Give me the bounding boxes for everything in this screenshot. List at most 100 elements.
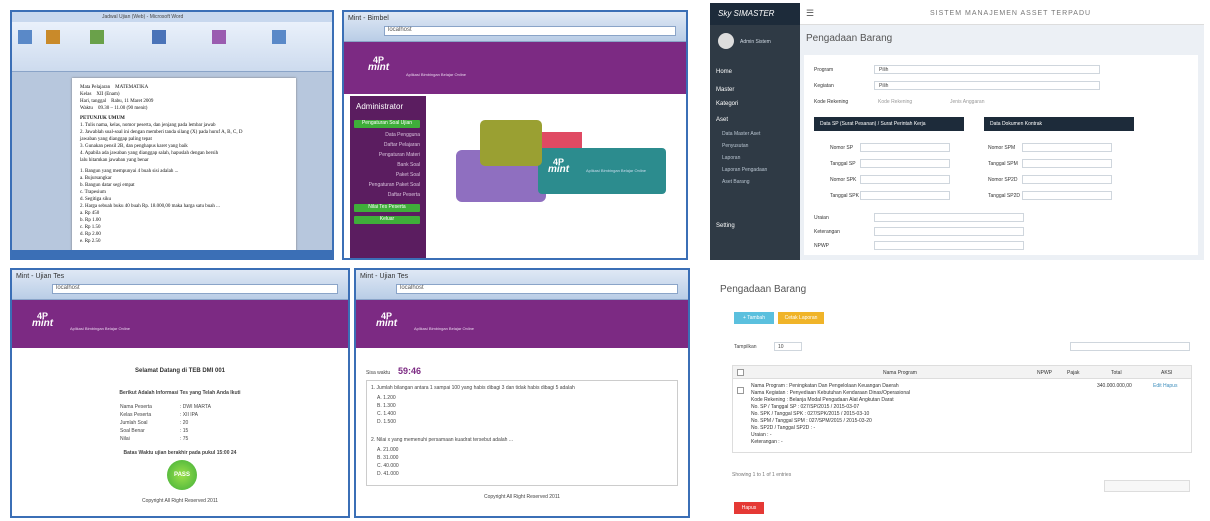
browser-chrome: Mint - Ujian Tes localhost bbox=[12, 270, 348, 300]
menu-item[interactable]: Pengaturan Soal Ujian bbox=[354, 120, 420, 128]
answer-option[interactable]: D. 41.000 bbox=[377, 471, 399, 477]
kontrak-field-input[interactable] bbox=[1022, 191, 1112, 200]
sidebar-item[interactable]: Master bbox=[716, 87, 734, 93]
field-label: Kode Rekening bbox=[814, 99, 849, 105]
mint-logo: 4P mint bbox=[32, 311, 54, 329]
sp-field-input[interactable] bbox=[860, 143, 950, 152]
browser-tab[interactable]: Mint - Ujian Tes bbox=[360, 273, 408, 280]
kontrak-field-label: Nomor SP2D bbox=[988, 177, 1018, 183]
search-input[interactable] bbox=[1070, 342, 1190, 351]
sp-field-input[interactable] bbox=[860, 191, 950, 200]
column-header[interactable]: Pajak bbox=[1067, 370, 1080, 376]
ribbon-icon-3[interactable] bbox=[90, 30, 104, 44]
sidebar-item[interactable]: Laporan Pengadaan bbox=[722, 167, 767, 173]
result-subheading: Berikut Adalah Informasi Tes yang Telah … bbox=[119, 390, 241, 396]
ribbon-icon-4[interactable] bbox=[152, 30, 166, 44]
site-banner: 4P mint Aplikasi Bimbingan Belajar Online bbox=[344, 42, 686, 94]
word-ribbon[interactable] bbox=[12, 22, 332, 72]
column-header[interactable]: NPWP bbox=[1037, 370, 1052, 376]
address-bar[interactable]: localhost bbox=[384, 26, 676, 36]
document-page[interactable]: Mata Pelajaran MATEMATIKA Kelas XII (Ena… bbox=[72, 78, 296, 258]
sidebar-item[interactable]: Penyusutan bbox=[722, 143, 748, 149]
info-row: Mata Pelajaran MATEMATIKA bbox=[80, 85, 149, 90]
brand-name: Sky SIMASTER bbox=[718, 9, 775, 18]
kegiatan-select[interactable]: Pilih bbox=[874, 81, 1100, 90]
panel-sp-header: Data SP (Surat Pesanan) / Surat Perintah… bbox=[814, 117, 964, 131]
doc-line: 2. Jawablah soal-soal ini dengan memberi… bbox=[80, 130, 243, 135]
column-header[interactable]: Nama Program bbox=[883, 370, 917, 376]
checkbox-all[interactable] bbox=[737, 369, 744, 376]
sidebar-item[interactable]: Aset bbox=[716, 117, 728, 123]
menu-item[interactable]: Nilai Tes Peserta bbox=[354, 204, 420, 212]
doc-line: a. Rp 450 bbox=[80, 211, 100, 216]
kontrak-field-input[interactable] bbox=[1022, 175, 1112, 184]
doc-line: a. Bujursangkar bbox=[80, 176, 112, 181]
browser-chrome: Mint - Ujian Tes localhost bbox=[356, 270, 688, 300]
answer-option[interactable]: A. 1.200 bbox=[377, 395, 396, 401]
answer-option[interactable]: B. 31.000 bbox=[377, 455, 398, 461]
ribbon-icon-2[interactable] bbox=[46, 30, 60, 44]
banner-title: Aplikasi Bimbingan Belajar Online bbox=[406, 72, 467, 77]
row-actions[interactable]: Edit Hapus bbox=[1153, 383, 1177, 389]
answer-option[interactable]: C. 1.400 bbox=[377, 411, 396, 417]
rek-hint-2: Jenis Anggaran bbox=[950, 99, 985, 105]
panel-kontrak-header: Data Dokumen Kontrak bbox=[984, 117, 1134, 131]
menu-item[interactable]: Pengaturan Paket Soal bbox=[369, 182, 420, 188]
menu-item[interactable]: Paket Soal bbox=[396, 172, 420, 178]
uraian-input[interactable] bbox=[874, 213, 1024, 222]
sidebar-item[interactable]: Setting bbox=[716, 223, 735, 229]
info-row: Kelas XII (Enam) bbox=[80, 92, 120, 97]
ribbon-icon-6[interactable] bbox=[272, 30, 286, 44]
answer-option[interactable]: C. 40.000 bbox=[377, 463, 399, 469]
table-header: Nama Program NPWP Pajak Total AKSI bbox=[732, 365, 1192, 379]
address-bar[interactable]: localhost bbox=[52, 284, 338, 294]
kontrak-field-input[interactable] bbox=[1022, 159, 1112, 168]
address-bar[interactable]: localhost bbox=[396, 284, 678, 294]
delete-button[interactable]: Hapus bbox=[734, 502, 764, 514]
menu-item[interactable]: Bank Soal bbox=[397, 162, 420, 168]
sidebar-item[interactable]: Kategori bbox=[716, 101, 738, 107]
table-row[interactable]: Nama Program : Peningkatan Dan Pengelola… bbox=[732, 379, 1192, 453]
export-button[interactable]: Cetak Laporan bbox=[778, 312, 824, 324]
result-row: Jumlah Soal bbox=[120, 420, 148, 426]
doc-line: 2. Harga sebuah buku 40 buah Rp. 18.000,… bbox=[80, 204, 220, 209]
npwp-input[interactable] bbox=[874, 241, 1024, 250]
menu-item[interactable]: Daftar Pelajaran bbox=[384, 142, 420, 148]
ribbon-icon-5[interactable] bbox=[212, 30, 226, 44]
add-button[interactable]: + Tambah bbox=[734, 312, 774, 324]
mint-logo: 4P mint bbox=[368, 55, 390, 73]
sidebar-item[interactable]: Laporan bbox=[722, 155, 740, 161]
sidebar-item[interactable]: Aset Barang bbox=[722, 179, 750, 185]
pagination[interactable] bbox=[1104, 480, 1190, 492]
menu-item[interactable]: Pengaturan Materi bbox=[379, 152, 420, 158]
result-row: Soal Benar bbox=[120, 428, 145, 434]
browser-tab[interactable]: Mint - Bimbel bbox=[348, 15, 389, 22]
form-card: Program Pilih Kegiatan Pilih Kode Rekeni… bbox=[804, 55, 1198, 255]
menu-item[interactable]: Data Pengguna bbox=[385, 132, 420, 138]
answer-option[interactable]: D. 1.500 bbox=[377, 419, 396, 425]
show-label: Tampilkan bbox=[734, 344, 757, 350]
word-window: Jadwal Ujian (Web) - Microsoft Word Mata… bbox=[10, 10, 334, 260]
sidebar-item[interactable]: Data Master Aset bbox=[722, 131, 760, 137]
sp-field-input[interactable] bbox=[860, 175, 950, 184]
menu-item[interactable]: Daftar Peserta bbox=[388, 192, 420, 198]
kontrak-field-input[interactable] bbox=[1022, 143, 1112, 152]
result-row: Nilai bbox=[120, 436, 130, 442]
sidebar-item[interactable]: Home bbox=[716, 69, 732, 75]
answer-option[interactable]: B. 1.300 bbox=[377, 403, 396, 409]
info-row: Hari, tanggal Rabu, 11 Maret 2009 bbox=[80, 99, 154, 104]
answer-option[interactable]: A. 21.000 bbox=[377, 447, 398, 453]
keterangan-input[interactable] bbox=[874, 227, 1024, 236]
column-header[interactable]: Total bbox=[1111, 370, 1122, 376]
result-row: Nama Peserta bbox=[120, 404, 152, 410]
menu-toggle-icon[interactable]: ☰ bbox=[806, 8, 814, 19]
sp-field-input[interactable] bbox=[860, 159, 950, 168]
row-checkbox[interactable] bbox=[737, 387, 744, 394]
browser-tab[interactable]: Mint - Ujian Tes bbox=[16, 273, 64, 280]
logout-button[interactable]: Keluar bbox=[354, 216, 420, 224]
doc-line: e. Rp 2.50 bbox=[80, 239, 101, 244]
program-select[interactable]: Pilih bbox=[874, 65, 1100, 74]
ribbon-icon-1[interactable] bbox=[18, 30, 32, 44]
page-size-select[interactable]: 10 bbox=[774, 342, 802, 351]
column-header[interactable]: AKSI bbox=[1161, 370, 1172, 376]
